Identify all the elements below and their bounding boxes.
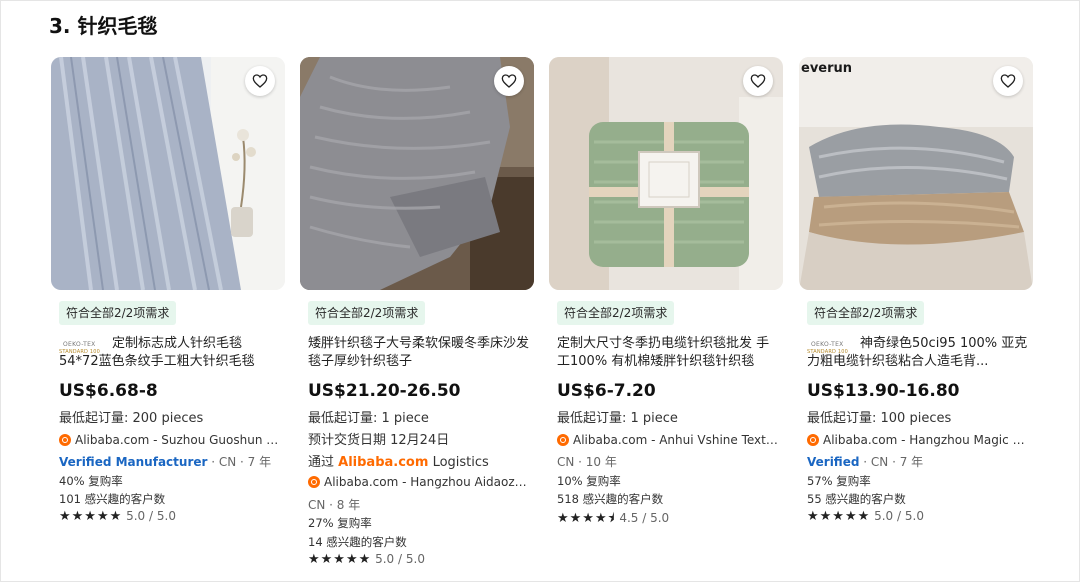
star-rating-icon: ★★★★★ [807,509,871,524]
supplier-meta: CN · 10 年 [557,455,617,469]
match-badge: 符合全部2/2项需求 [807,301,925,325]
rating: ★★★★★ 5.0 / 5.0 [308,552,425,567]
section-title: 3. 针织毛毯 [49,14,158,38]
verified-badge: Verified [807,455,860,469]
heart-icon [750,74,766,88]
product-image[interactable] [300,57,534,290]
supplier-link[interactable]: Alibaba.com - Hangzhou Aidaozhe... [308,475,530,489]
supplier-link[interactable]: Alibaba.com - Hangzhou Magic Gr... [807,433,1029,447]
reorder-rate: 10% 复购率 [557,474,621,488]
min-order: 最低起订量: 200 pieces [59,411,204,426]
favorite-button[interactable] [245,66,275,96]
favorite-button[interactable] [494,66,524,96]
reorder-rate: 40% 复购率 [59,474,123,488]
price: US$13.90-16.80 [807,381,960,401]
product-card[interactable]: everun 符合全部2/2项需求 OEKO-TEX STANDARD 100 神… [799,57,1033,524]
product-title[interactable]: OEKO-TEX STANDARD 100 定制标志成人针织毛毯 54*72蓝色条… [59,335,281,371]
supplier-meta: Verified Manufacturer · CN · 7 年 [59,455,272,469]
verified-badge: Verified Manufacturer [59,455,208,469]
alibaba-icon [557,434,569,446]
favorite-button[interactable] [743,66,773,96]
product-title[interactable]: OEKO-TEX STANDARD 100 神奇绿色50ci95 100% 亚克力… [807,335,1029,371]
rating: ★★★★★ 5.0 / 5.0 [807,509,924,524]
reorder-rate: 57% 复购率 [807,474,871,488]
product-title[interactable]: 矮胖针织毯子大号柔软保暖冬季床沙发毯子厚纱针织毯子 [308,335,530,371]
interested-customers: 101 感兴趣的客户数 [59,492,166,506]
alibaba-icon [308,476,320,488]
heart-icon [1000,74,1016,88]
logistics-info: 通过 Alibaba.com Logistics [308,455,489,470]
product-image[interactable] [51,57,285,290]
favorite-button[interactable] [993,66,1023,96]
min-order: 最低起订量: 1 piece [557,411,678,426]
product-title[interactable]: 定制大尺寸冬季扔电缆针织毯批发 手工100% 有机棉矮胖针织毯针织毯 [557,335,779,371]
match-badge: 符合全部2/2项需求 [557,301,675,325]
product-card[interactable]: 符合全部2/2项需求 OEKO-TEX STANDARD 100 定制标志成人针织… [51,57,285,524]
supplier-meta: CN · 8 年 [308,498,361,512]
svg-text:everun: everun [801,61,852,76]
supplier-link[interactable]: Alibaba.com - Anhui Vshine Textile... [557,433,779,447]
supplier-link[interactable]: Alibaba.com - Suzhou Guoshun Te... [59,433,281,447]
interested-customers: 14 感兴趣的客户数 [308,535,407,549]
match-badge: 符合全部2/2项需求 [59,301,177,325]
heart-icon [252,74,268,88]
alibaba-logo: Alibaba.com [338,455,429,470]
price: US$6.68-8 [59,381,158,401]
alibaba-icon [807,434,819,446]
min-order: 最低起订量: 1 piece [308,411,429,426]
heart-icon [501,74,517,88]
interested-customers: 55 感兴趣的客户数 [807,492,906,506]
alibaba-icon [59,434,71,446]
rating: ★★★★★ 5.0 / 5.0 [59,509,176,524]
interested-customers: 518 感兴趣的客户数 [557,492,664,506]
match-badge: 符合全部2/2项需求 [308,301,426,325]
oeko-tex-badge: OEKO-TEX STANDARD 100 [807,340,849,355]
reorder-rate: 27% 复购率 [308,516,372,530]
supplier-meta: Verified · CN · 7 年 [807,455,924,469]
price: US$6-7.20 [557,381,656,401]
rating: ★★★★⯨ 4.5 / 5.0 [557,511,670,526]
star-rating-icon: ★★★★★ [59,509,123,524]
oeko-tex-badge: OEKO-TEX STANDARD 100 [59,340,101,355]
star-rating-icon: ★★★★★ [308,552,372,567]
product-card[interactable]: 符合全部2/2项需求 定制大尺寸冬季扔电缆针织毯批发 手工100% 有机棉矮胖针… [549,57,783,526]
product-image[interactable]: everun [799,57,1033,290]
star-rating-icon: ★★★★⯨ [557,511,616,526]
product-card[interactable]: 符合全部2/2项需求 矮胖针织毯子大号柔软保暖冬季床沙发毯子厚纱针织毯子 US$… [300,57,534,567]
price: US$21.20-26.50 [308,381,461,401]
product-image[interactable] [549,57,783,290]
min-order: 最低起订量: 100 pieces [807,411,952,426]
delivery-date: 预计交货日期 12月24日 [308,433,450,448]
